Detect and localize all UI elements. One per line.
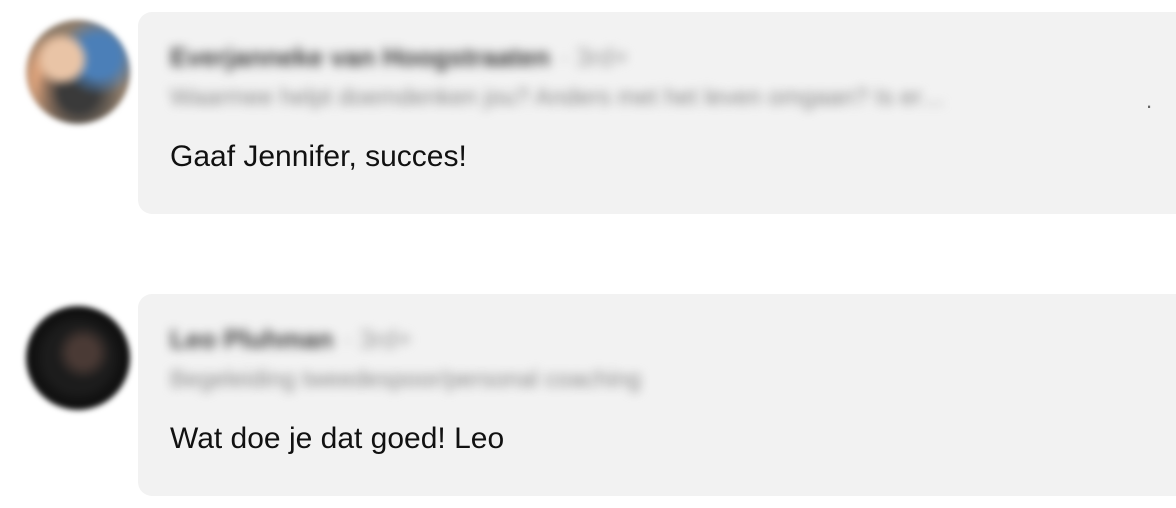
comment-text: Gaaf Jennifer, succes! <box>170 140 467 173</box>
comment-item: Leo Pluhman · 3rd+ Begeleiding tweedespoo… <box>0 282 1176 508</box>
avatar[interactable] <box>26 306 130 410</box>
comment-text: Wat doe je dat goed! Leo <box>170 422 505 455</box>
author-headline: Waarmee helpt doemdenken jou? Anders met… <box>170 84 946 111</box>
connection-degree: · 3rd+ <box>560 42 629 72</box>
author-line: Everjanneke van Hoogstraaten · 3rd+ <box>170 42 629 73</box>
author-line: Leo Pluhman · 3rd+ <box>170 324 412 355</box>
headline-ellipsis: . <box>1146 88 1153 113</box>
comment-item: Everjanneke van Hoogstraaten · 3rd+ Waarm… <box>0 0 1176 230</box>
author-name[interactable]: Leo Pluhman <box>170 324 333 354</box>
comment-bubble: Everjanneke van Hoogstraaten · 3rd+ Waarm… <box>138 12 1176 214</box>
author-name[interactable]: Everjanneke van Hoogstraaten <box>170 42 550 72</box>
connection-degree: · 3rd+ <box>343 324 412 354</box>
author-headline: Begeleiding tweedespoor/personal coachin… <box>170 366 641 393</box>
comment-bubble: Leo Pluhman · 3rd+ Begeleiding tweedespoo… <box>138 294 1176 496</box>
avatar[interactable] <box>26 20 130 124</box>
